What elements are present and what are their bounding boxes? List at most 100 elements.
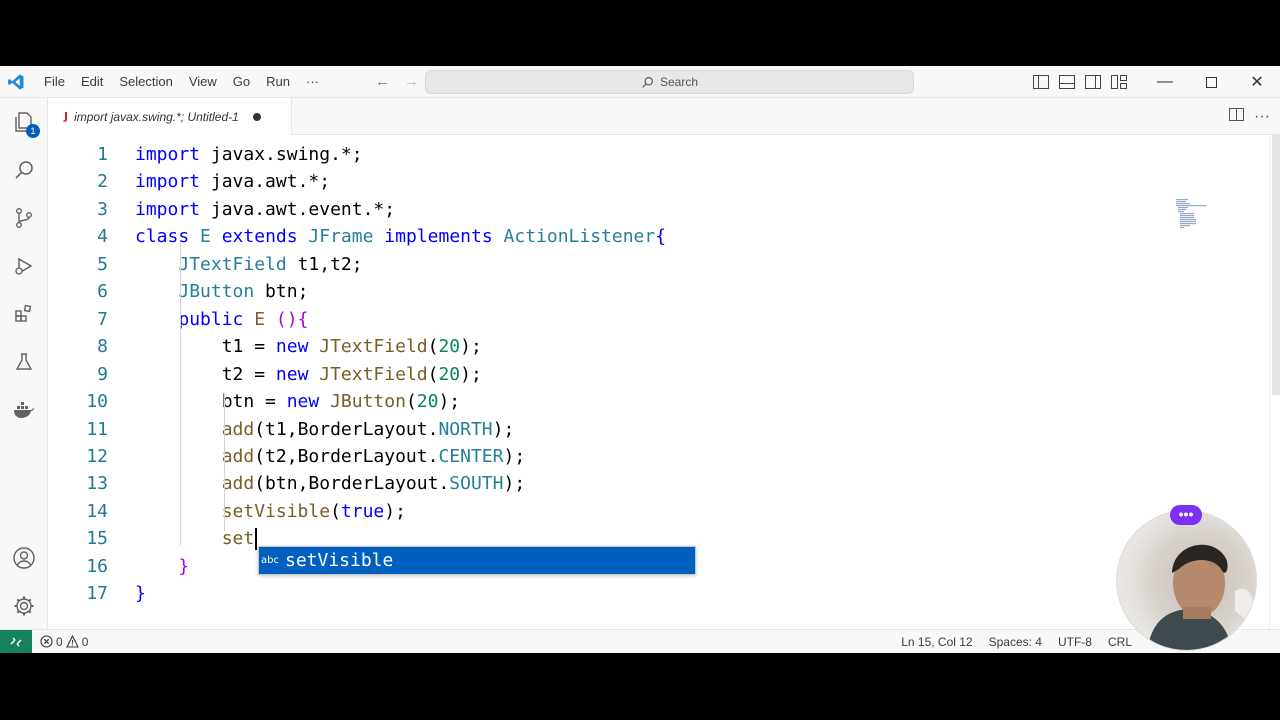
settings-gear-icon[interactable] — [0, 582, 48, 630]
scrollbar-thumb[interactable] — [1272, 135, 1280, 395]
cursor-position[interactable]: Ln 15, Col 12 — [893, 635, 980, 649]
line-number: 1 — [97, 144, 108, 165]
minimap[interactable] — [1176, 199, 1232, 229]
line-number: 8 — [97, 336, 108, 358]
code-token: JButton — [330, 391, 406, 413]
text-cursor — [255, 528, 258, 551]
toggle-secondary-sidebar-icon[interactable] — [1080, 66, 1106, 98]
accounts-icon[interactable] — [0, 534, 48, 582]
menu-item-run[interactable]: Run — [258, 71, 298, 93]
code-token: ); — [503, 473, 526, 495]
error-count: 0 — [56, 634, 63, 649]
code-token: ); — [492, 418, 515, 440]
toggle-panel-icon[interactable] — [1054, 66, 1080, 98]
code-line[interactable]: public E (){ — [135, 309, 308, 330]
code-line[interactable]: import java.awt.*; — [135, 171, 330, 192]
source-control-icon[interactable] — [0, 194, 48, 242]
unsaved-dot-icon[interactable] — [252, 112, 261, 121]
code-token: java.awt.*; — [200, 171, 331, 193]
search-view-icon[interactable] — [0, 146, 48, 194]
maximize-button[interactable] — [1188, 66, 1234, 98]
code-token: JFrame — [308, 226, 374, 248]
minimize-button[interactable]: — — [1142, 66, 1188, 98]
menu-item-more[interactable]: ··· — [298, 71, 327, 93]
more-actions-icon[interactable]: ··· — [1254, 108, 1270, 126]
code-line[interactable]: setVisible(true); — [135, 501, 406, 522]
editor-actions: ··· — [1229, 98, 1280, 135]
forward-arrow-icon[interactable]: → — [404, 73, 419, 90]
code-token: ( — [405, 391, 417, 413]
indentation[interactable]: Spaces: 4 — [981, 635, 1050, 649]
code-line[interactable]: add(t1,BorderLayout.NORTH); — [135, 418, 515, 440]
code-token: true — [340, 500, 385, 522]
line-number: 15 — [86, 528, 108, 550]
menu-item-go[interactable]: Go — [225, 71, 258, 93]
tab-untitled-1[interactable]: J import javax.swing.*; Untitled-1 — [48, 98, 292, 135]
remote-indicator-icon[interactable] — [0, 630, 32, 653]
menu-item-view[interactable]: View — [181, 71, 225, 93]
explorer-icon[interactable]: 1 — [0, 98, 48, 146]
code-line[interactable]: import java.awt.event.*; — [135, 199, 395, 220]
line-number: 7 — [97, 308, 108, 330]
menu-item-edit[interactable]: Edit — [73, 71, 111, 93]
suggestion-item[interactable]: abc setVisible — [259, 547, 695, 574]
code-token: implements — [384, 226, 493, 248]
code-line[interactable]: class E extends JFrame implements Action… — [135, 226, 666, 247]
close-button[interactable]: ✕ — [1234, 66, 1280, 98]
code-token: ActionListener — [503, 226, 656, 248]
code-token: add — [221, 445, 255, 467]
code-token: t2 = — [135, 363, 276, 385]
code-token: import — [135, 144, 201, 165]
split-editor-icon[interactable] — [1229, 107, 1245, 126]
code-line[interactable]: t2 = new JTextField(20); — [135, 364, 482, 385]
code-line[interactable]: JButton btn; — [135, 281, 308, 302]
code-line[interactable]: t1 = new JTextField(20); — [135, 336, 482, 357]
encoding[interactable]: UTF-8 — [1050, 635, 1100, 649]
code-token: ); — [503, 445, 526, 467]
code-line[interactable]: set — [135, 528, 258, 551]
code-token: NORTH — [438, 418, 493, 440]
line-number: 11 — [86, 418, 108, 440]
testing-icon[interactable] — [0, 338, 48, 386]
indent-guide — [224, 393, 225, 531]
nav-arrows: ← → — [375, 73, 419, 90]
code-line[interactable]: import javax.swing.*; — [135, 144, 363, 165]
toggle-primary-sidebar-icon[interactable] — [1028, 66, 1054, 98]
back-arrow-icon[interactable]: ← — [375, 73, 390, 90]
code-line[interactable]: add(btn,BorderLayout.SOUTH); — [135, 473, 525, 494]
warning-count: 0 — [81, 634, 89, 649]
extensions-icon[interactable] — [0, 290, 48, 338]
code-token: 20 — [416, 391, 439, 413]
code-token: class — [135, 226, 190, 248]
vertical-scrollbar[interactable] — [1269, 135, 1280, 629]
code-line[interactable]: JTextField t1,t2; — [135, 254, 362, 275]
code-line[interactable]: add(t2,BorderLayout.CENTER); — [135, 446, 525, 467]
code-token: { — [655, 226, 667, 248]
run-debug-icon[interactable] — [0, 242, 48, 290]
code-line[interactable]: } — [135, 556, 189, 577]
code-line[interactable]: } — [135, 583, 146, 604]
code-line[interactable]: btn = new JButton(20); — [135, 391, 460, 412]
customize-layout-icon[interactable] — [1106, 66, 1132, 98]
suggest-widget[interactable]: abc setVisible — [258, 546, 696, 575]
warning-icon — [65, 635, 79, 648]
problems-indicator[interactable]: 0 0 — [40, 630, 88, 653]
docker-icon[interactable] — [0, 386, 48, 434]
webcam-menu-button[interactable]: ••• — [1170, 505, 1202, 525]
code-token: JTextField — [319, 363, 428, 385]
code-token: JTextField — [319, 336, 428, 358]
end-of-line[interactable]: CRL — [1100, 635, 1140, 649]
code-token: java.awt.event.*; — [200, 198, 396, 220]
code-token: 20 — [438, 336, 461, 358]
menu-item-selection[interactable]: Selection — [111, 71, 180, 93]
command-center-search[interactable]: Search — [425, 70, 914, 94]
menu-item-file[interactable]: File — [36, 71, 73, 93]
